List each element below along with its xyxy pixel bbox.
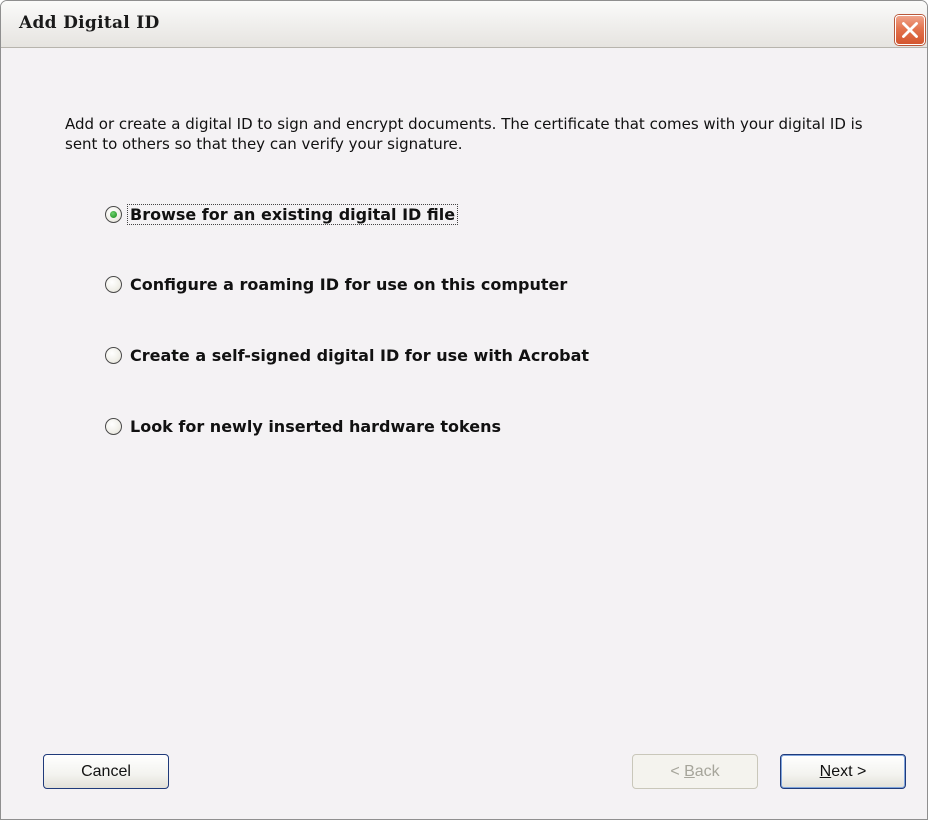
close-button[interactable] <box>895 15 925 45</box>
next-button-label: Next > <box>819 762 867 780</box>
cancel-button[interactable]: Cancel <box>43 754 169 789</box>
option-self-signed[interactable]: Create a self-signed digital ID for use … <box>105 343 591 367</box>
option-roaming-id[interactable]: Configure a roaming ID for use on this c… <box>105 272 569 296</box>
back-button-label: < Back <box>670 762 720 780</box>
radio-roaming-id[interactable] <box>105 275 122 293</box>
title-bar[interactable]: Add Digital ID <box>1 1 927 48</box>
dialog-body: Add or create a digital ID to sign and e… <box>1 48 927 819</box>
next-button[interactable]: Next > <box>780 754 906 789</box>
option-label-browse[interactable]: Browse for an existing digital ID file <box>126 203 459 225</box>
option-browse-existing[interactable]: Browse for an existing digital ID file <box>105 202 459 226</box>
cancel-button-label: Cancel <box>81 762 131 780</box>
radio-self-signed[interactable] <box>105 346 122 364</box>
close-icon <box>902 22 918 38</box>
radio-browse-existing[interactable] <box>105 205 122 223</box>
option-label-self-signed[interactable]: Create a self-signed digital ID for use … <box>128 346 591 365</box>
option-label-hardware[interactable]: Look for newly inserted hardware tokens <box>128 417 503 436</box>
option-label-roaming[interactable]: Configure a roaming ID for use on this c… <box>128 275 569 294</box>
radio-hardware-tokens[interactable] <box>105 417 122 435</box>
description-text: Add or create a digital ID to sign and e… <box>65 115 863 153</box>
dialog-title: Add Digital ID <box>19 13 160 33</box>
back-button[interactable]: < Back <box>632 754 758 789</box>
add-digital-id-dialog: Add Digital ID Add or create a digital I… <box>0 0 928 820</box>
option-hardware-tokens[interactable]: Look for newly inserted hardware tokens <box>105 414 503 438</box>
